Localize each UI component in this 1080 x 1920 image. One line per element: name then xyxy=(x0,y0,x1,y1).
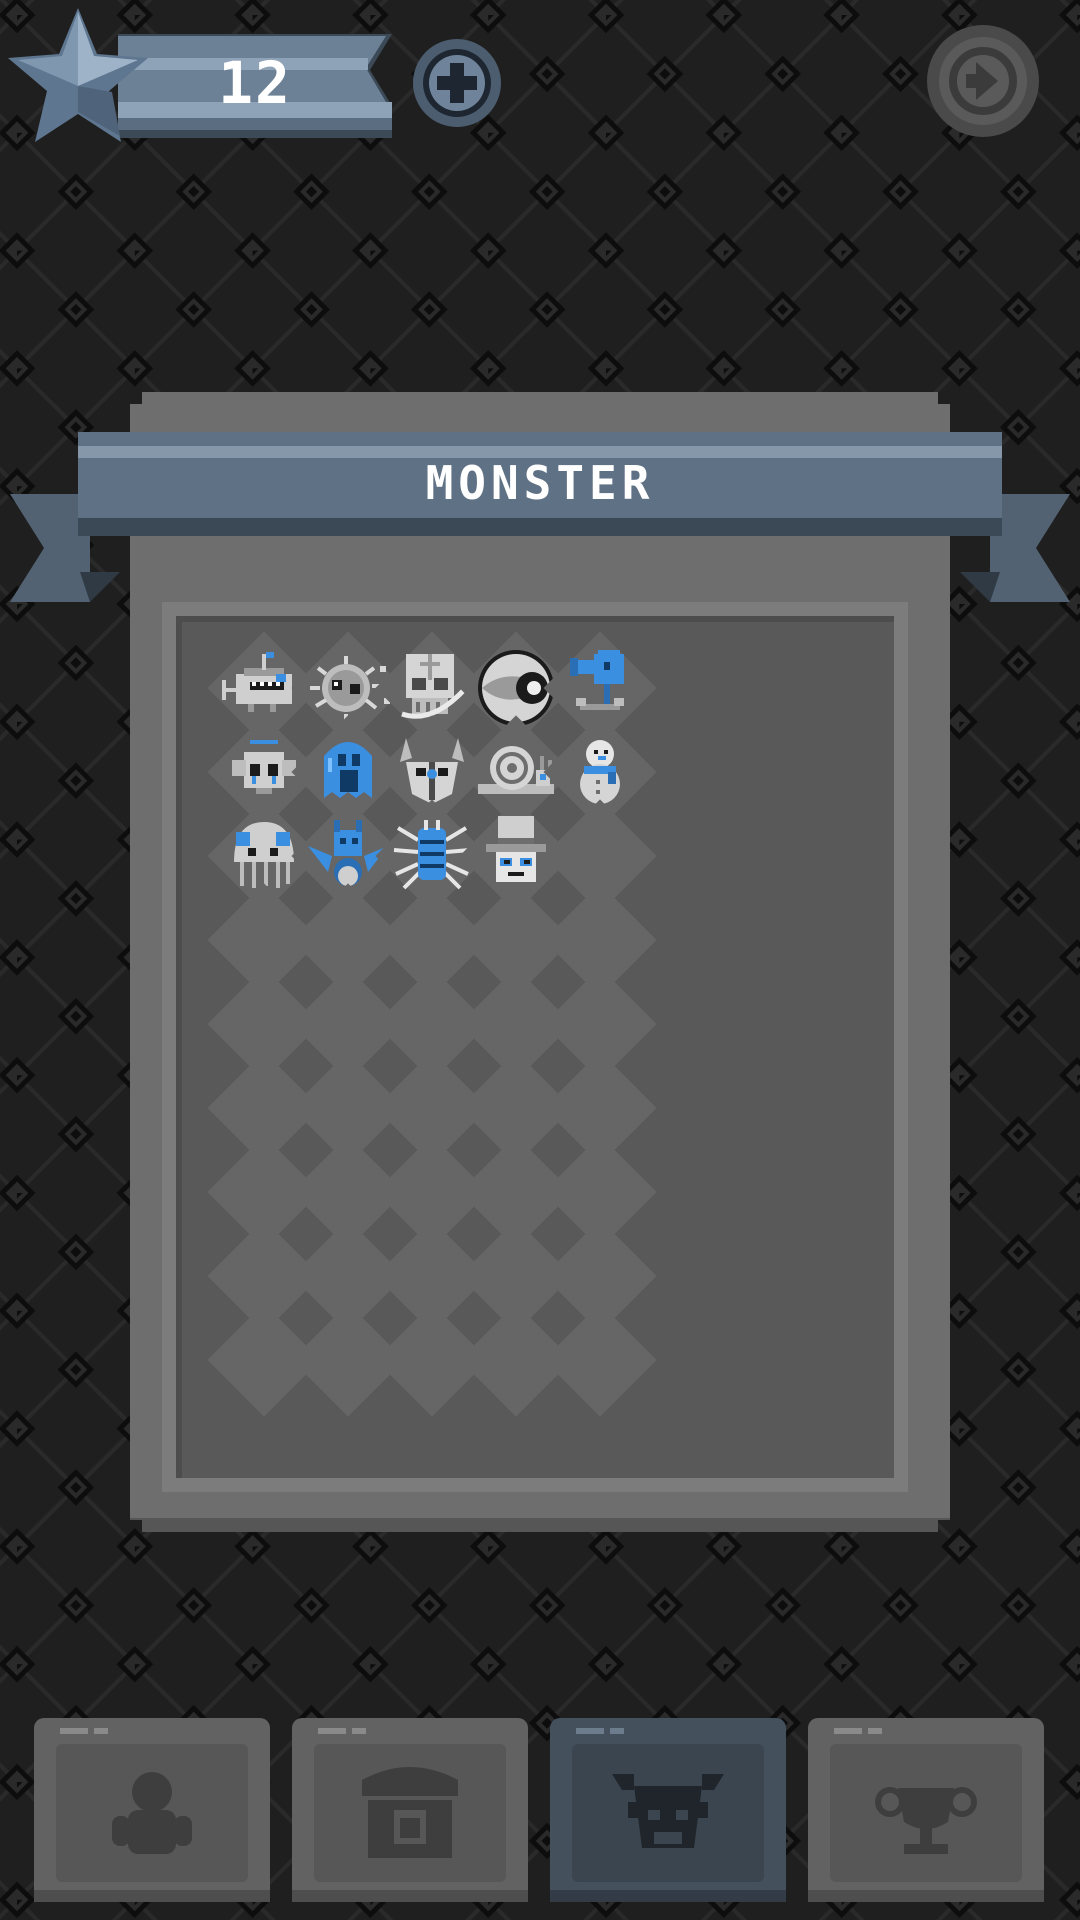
empty-slot xyxy=(543,1303,657,1417)
tab-trophy[interactable] xyxy=(808,1718,1044,1902)
exit-button[interactable] xyxy=(924,22,1042,140)
add-stars-button[interactable] xyxy=(410,36,504,130)
plus-icon xyxy=(413,39,501,127)
monster-grid xyxy=(207,631,880,1472)
tab-shop[interactable] xyxy=(292,1718,528,1902)
tab-character[interactable] xyxy=(34,1718,270,1902)
tab-monster[interactable] xyxy=(550,1718,786,1902)
shop-icon xyxy=(362,1767,458,1858)
star-count: 12 xyxy=(218,49,292,117)
panel-title: MONSTER xyxy=(425,456,655,510)
exit-icon xyxy=(927,25,1039,137)
